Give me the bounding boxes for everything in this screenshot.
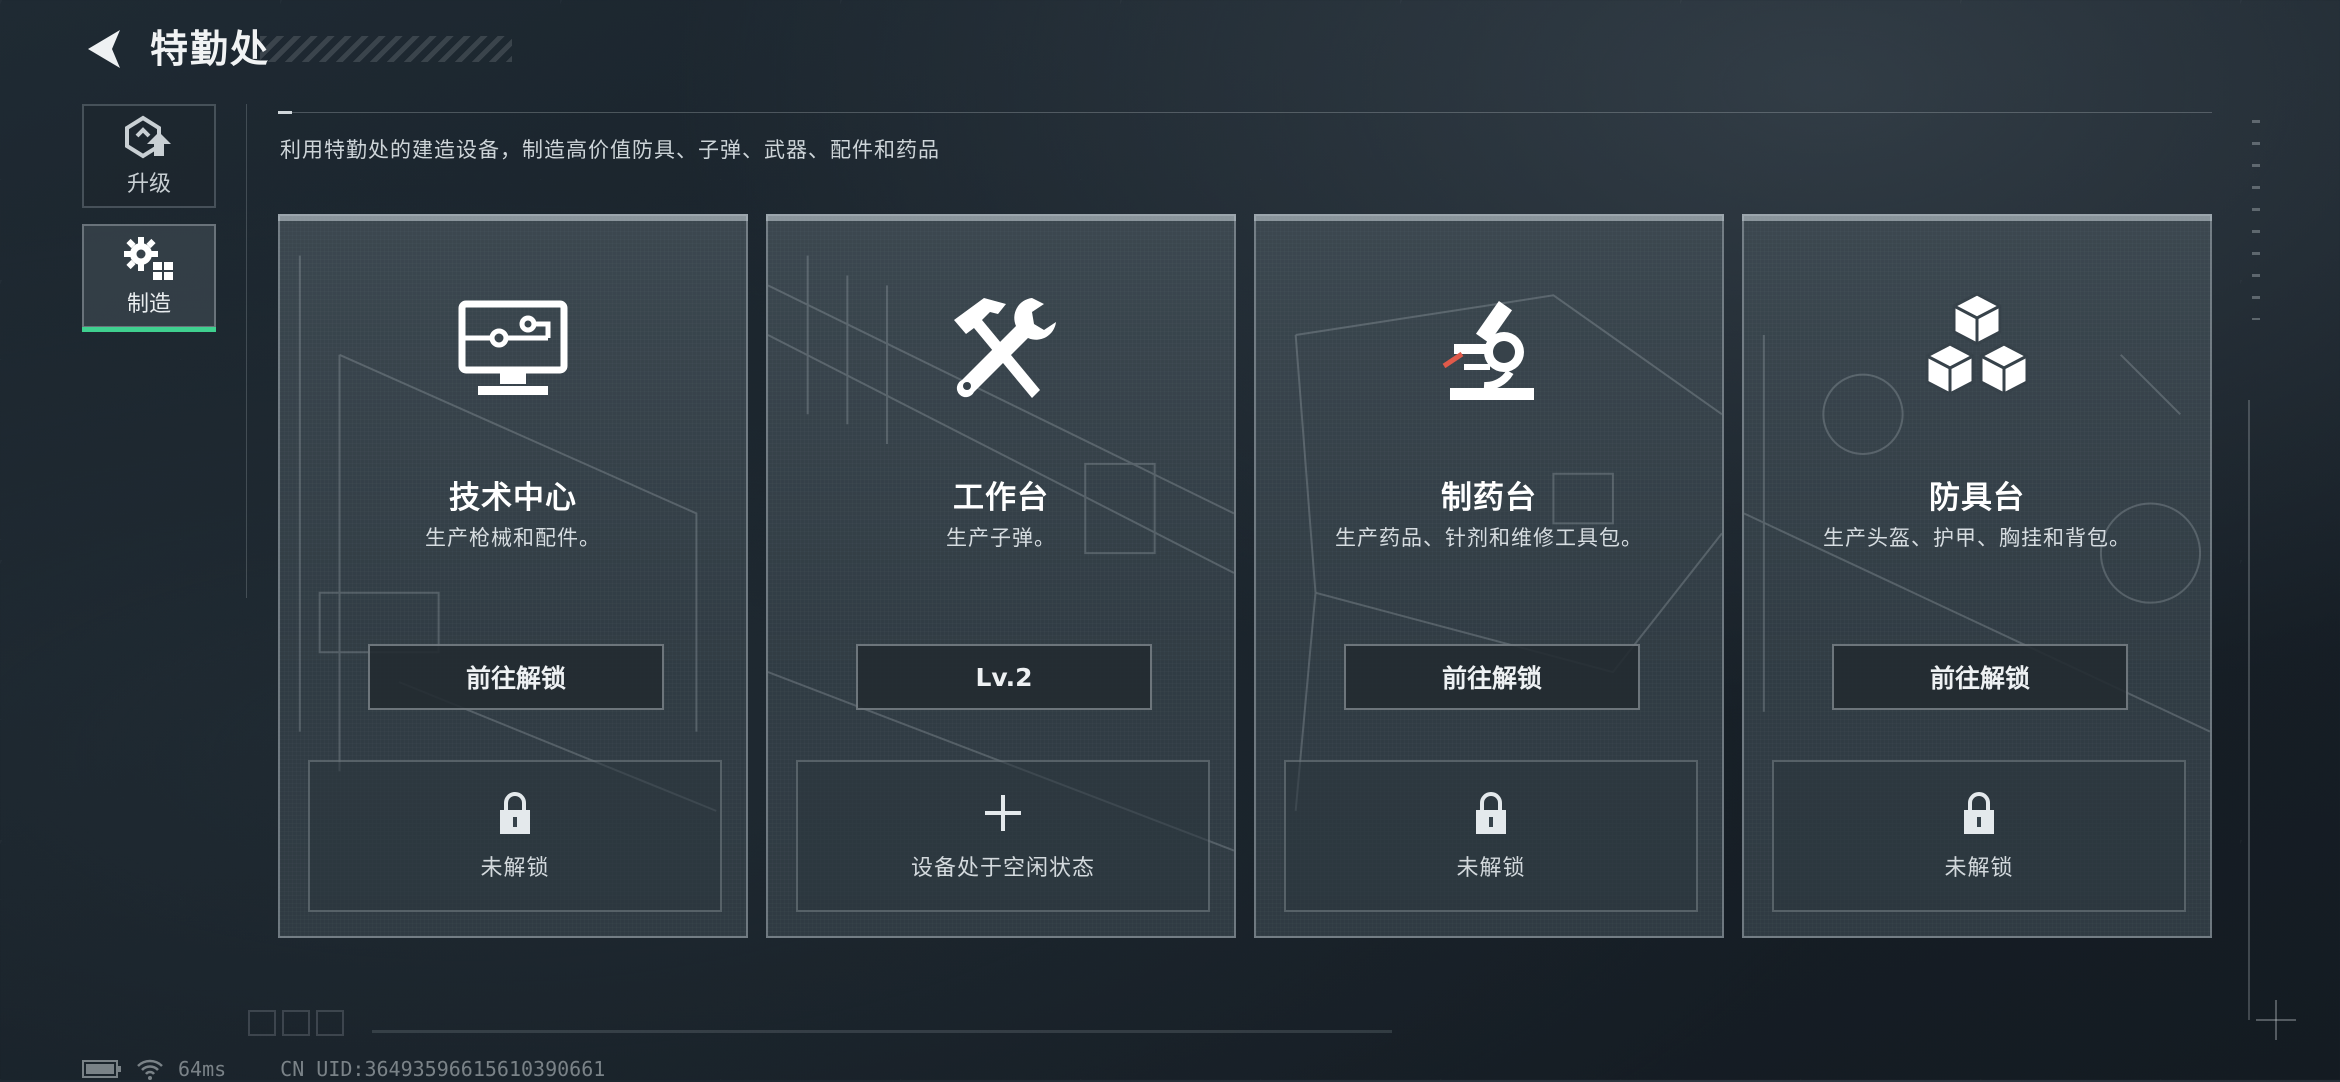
- upgrade-icon: [125, 115, 171, 159]
- page-description: 利用特勤处的建造设备，制造高价值防具、子弹、武器、配件和药品: [280, 138, 940, 162]
- sidebar-tab-upgrade[interactable]: 升级: [82, 104, 216, 208]
- plus-icon: [985, 795, 1021, 831]
- ping-readout: 64ms: [178, 1057, 227, 1081]
- back-button[interactable]: [80, 24, 130, 74]
- gears-icon: [124, 237, 173, 280]
- lock-icon: [500, 792, 530, 834]
- status-bar: 64ms CN UID:36493596615610390661: [82, 1056, 605, 1082]
- slot-status: 未解锁: [1456, 856, 1526, 881]
- lock-icon: [1964, 792, 1994, 834]
- level-button[interactable]: Lv.2: [856, 644, 1152, 710]
- page-title: 特勤处: [150, 27, 271, 71]
- bottom-decoration: [372, 1030, 1392, 1033]
- production-slot[interactable]: 未解锁: [1772, 760, 2186, 912]
- slot-status: 设备处于空闲状态: [910, 856, 1095, 881]
- station-subtitle: 生产子弹。: [946, 526, 1056, 550]
- sidebar-tab-label: 升级: [126, 172, 171, 197]
- edge-decoration: [2248, 400, 2250, 1020]
- slot-status: 未解锁: [480, 856, 550, 881]
- lock-icon: [1476, 792, 1506, 834]
- production-slot[interactable]: 设备处于空闲状态: [796, 760, 1210, 912]
- title-decoration: [260, 36, 512, 62]
- unlock-button[interactable]: 前往解锁: [1344, 644, 1640, 710]
- station-subtitle: 生产头盔、护甲、胸挂和背包。: [1823, 526, 2131, 550]
- production-slot[interactable]: 未解锁: [1284, 760, 1698, 912]
- sidebar-tab-label: 制造: [126, 292, 171, 317]
- station-subtitle: 生产药品、针剂和维修工具包。: [1335, 526, 1643, 550]
- station-card-tech-center: 技术中心 生产枪械和配件。 前往解锁 未解锁: [278, 214, 748, 938]
- slot-status: 未解锁: [1944, 856, 2014, 881]
- microscope-icon: [1442, 301, 1534, 400]
- station-subtitle: 生产枪械和配件。: [425, 526, 601, 550]
- station-card-workbench: 工作台 生产子弹。 Lv.2 设备处于空闲状态: [766, 214, 1236, 938]
- station-title: 技术中心: [449, 480, 577, 516]
- station-title: 工作台: [953, 480, 1049, 516]
- station-card-armor-bench: 防具台 生产头盔、护甲、胸挂和背包。 前往解锁 未解锁: [1742, 214, 2212, 938]
- station-card-pharmacy: 制药台 生产药品、针剂和维修工具包。 前往解锁 未解锁: [1254, 214, 1724, 938]
- wifi-icon: [137, 1059, 163, 1080]
- station-title: 制药台: [1441, 480, 1537, 516]
- bottom-decoration: [248, 1010, 344, 1036]
- corner-decoration: [2256, 1000, 2296, 1040]
- cubes-icon: [1925, 292, 2029, 396]
- divider: [278, 111, 2212, 114]
- hammer-wrench-icon: [954, 298, 1056, 398]
- unlock-button[interactable]: 前往解锁: [1832, 644, 2128, 710]
- back-arrow-icon: [88, 30, 120, 68]
- edge-decoration: [2252, 120, 2260, 320]
- uid-readout: CN UID:36493596615610390661: [280, 1057, 606, 1081]
- monitor-icon: [458, 300, 568, 395]
- production-slot[interactable]: 未解锁: [308, 760, 722, 912]
- sidebar-tab-craft[interactable]: 制造: [82, 224, 216, 332]
- battery-icon: [82, 1060, 121, 1078]
- unlock-button[interactable]: 前往解锁: [368, 644, 664, 710]
- divider: [246, 104, 247, 598]
- station-title: 防具台: [1929, 480, 2025, 516]
